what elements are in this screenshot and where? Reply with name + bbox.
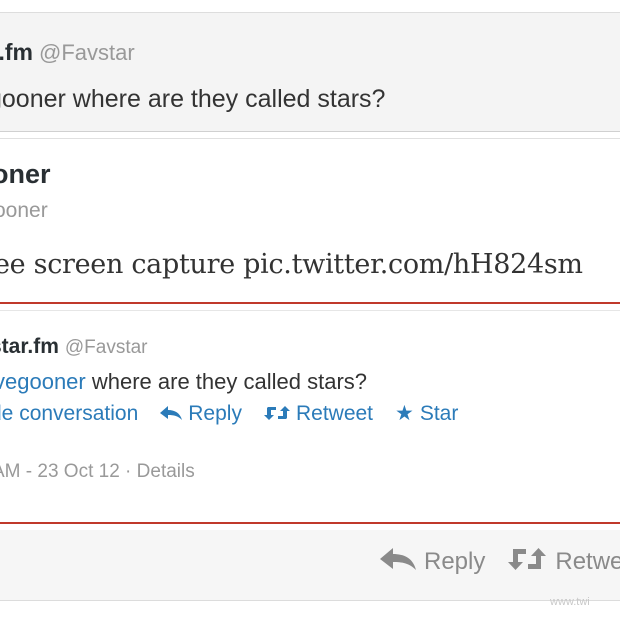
star-icon: ★: [395, 402, 414, 425]
reply-tweet-meta[interactable]: AM - 23 Oct 12 · Details: [0, 461, 195, 483]
top-tweet-header: ar.fm@Favstar: [0, 39, 135, 66]
star-label: Star: [419, 402, 459, 425]
main-tweet-name[interactable]: oner: [0, 159, 51, 190]
reply-tweet-header: star.fm @Favstar: [0, 335, 148, 359]
red-divider-top: [0, 302, 620, 304]
main-tweet-card: oner ooner ee screen capture pic.twitter…: [0, 138, 620, 303]
red-divider-bottom: [0, 522, 620, 524]
reply-label: Reply: [188, 402, 242, 425]
retweet-label: Retweet: [295, 402, 374, 425]
top-tweet-text: gooner where are they called stars?: [0, 85, 385, 114]
bottom-action-bar: Reply Retwe: [0, 530, 620, 601]
reply-icon: [160, 402, 183, 425]
main-tweet-text: ee screen capture pic.twitter.com/hH824s…: [0, 249, 583, 280]
reply-action[interactable]: Reply: [160, 402, 242, 425]
bottom-actions: Reply Retwe: [380, 546, 620, 579]
top-tweet-body: where are they called stars?: [65, 85, 386, 113]
top-tweet-mention[interactable]: gooner: [0, 85, 66, 113]
main-tweet-body: ee screen capture: [0, 249, 244, 280]
top-tweet-name[interactable]: ar.fm: [0, 39, 33, 65]
retweet-icon: [507, 546, 547, 579]
hide-conversation-link[interactable]: de conversation: [0, 402, 138, 425]
top-tweet-handle[interactable]: @Favstar: [39, 40, 135, 65]
retweet-icon: [263, 402, 290, 425]
reply-tweet-actions: de conversation Reply Retweet ★ Star: [0, 401, 458, 426]
watermark: www.twi: [550, 596, 590, 608]
bottom-reply-label: Reply: [424, 547, 486, 575]
bottom-retweet-label: Retwe: [555, 547, 620, 575]
top-tweet-card: ar.fm@Favstar gooner where are they call…: [0, 12, 620, 132]
reply-tweet-card: star.fm @Favstar vegooner where are they …: [0, 310, 620, 523]
bottom-reply-button[interactable]: Reply: [380, 548, 485, 575]
bottom-retweet-button[interactable]: Retwe: [507, 548, 620, 575]
reply-tweet-mention[interactable]: vegooner: [0, 369, 86, 394]
retweet-action[interactable]: Retweet: [263, 402, 374, 425]
reply-icon: [380, 547, 416, 578]
reply-tweet-name[interactable]: star.fm: [0, 335, 59, 358]
star-action[interactable]: ★ Star: [395, 402, 458, 425]
reply-tweet-body: where are they called stars?: [85, 369, 368, 394]
reply-tweet-handle[interactable]: @Favstar: [65, 337, 148, 358]
reply-tweet-text: vegooner where are they called stars?: [0, 369, 367, 395]
main-tweet-handle[interactable]: ooner: [0, 199, 48, 223]
main-tweet-pic-link[interactable]: pic.twitter.com/hH824sm: [243, 249, 583, 280]
